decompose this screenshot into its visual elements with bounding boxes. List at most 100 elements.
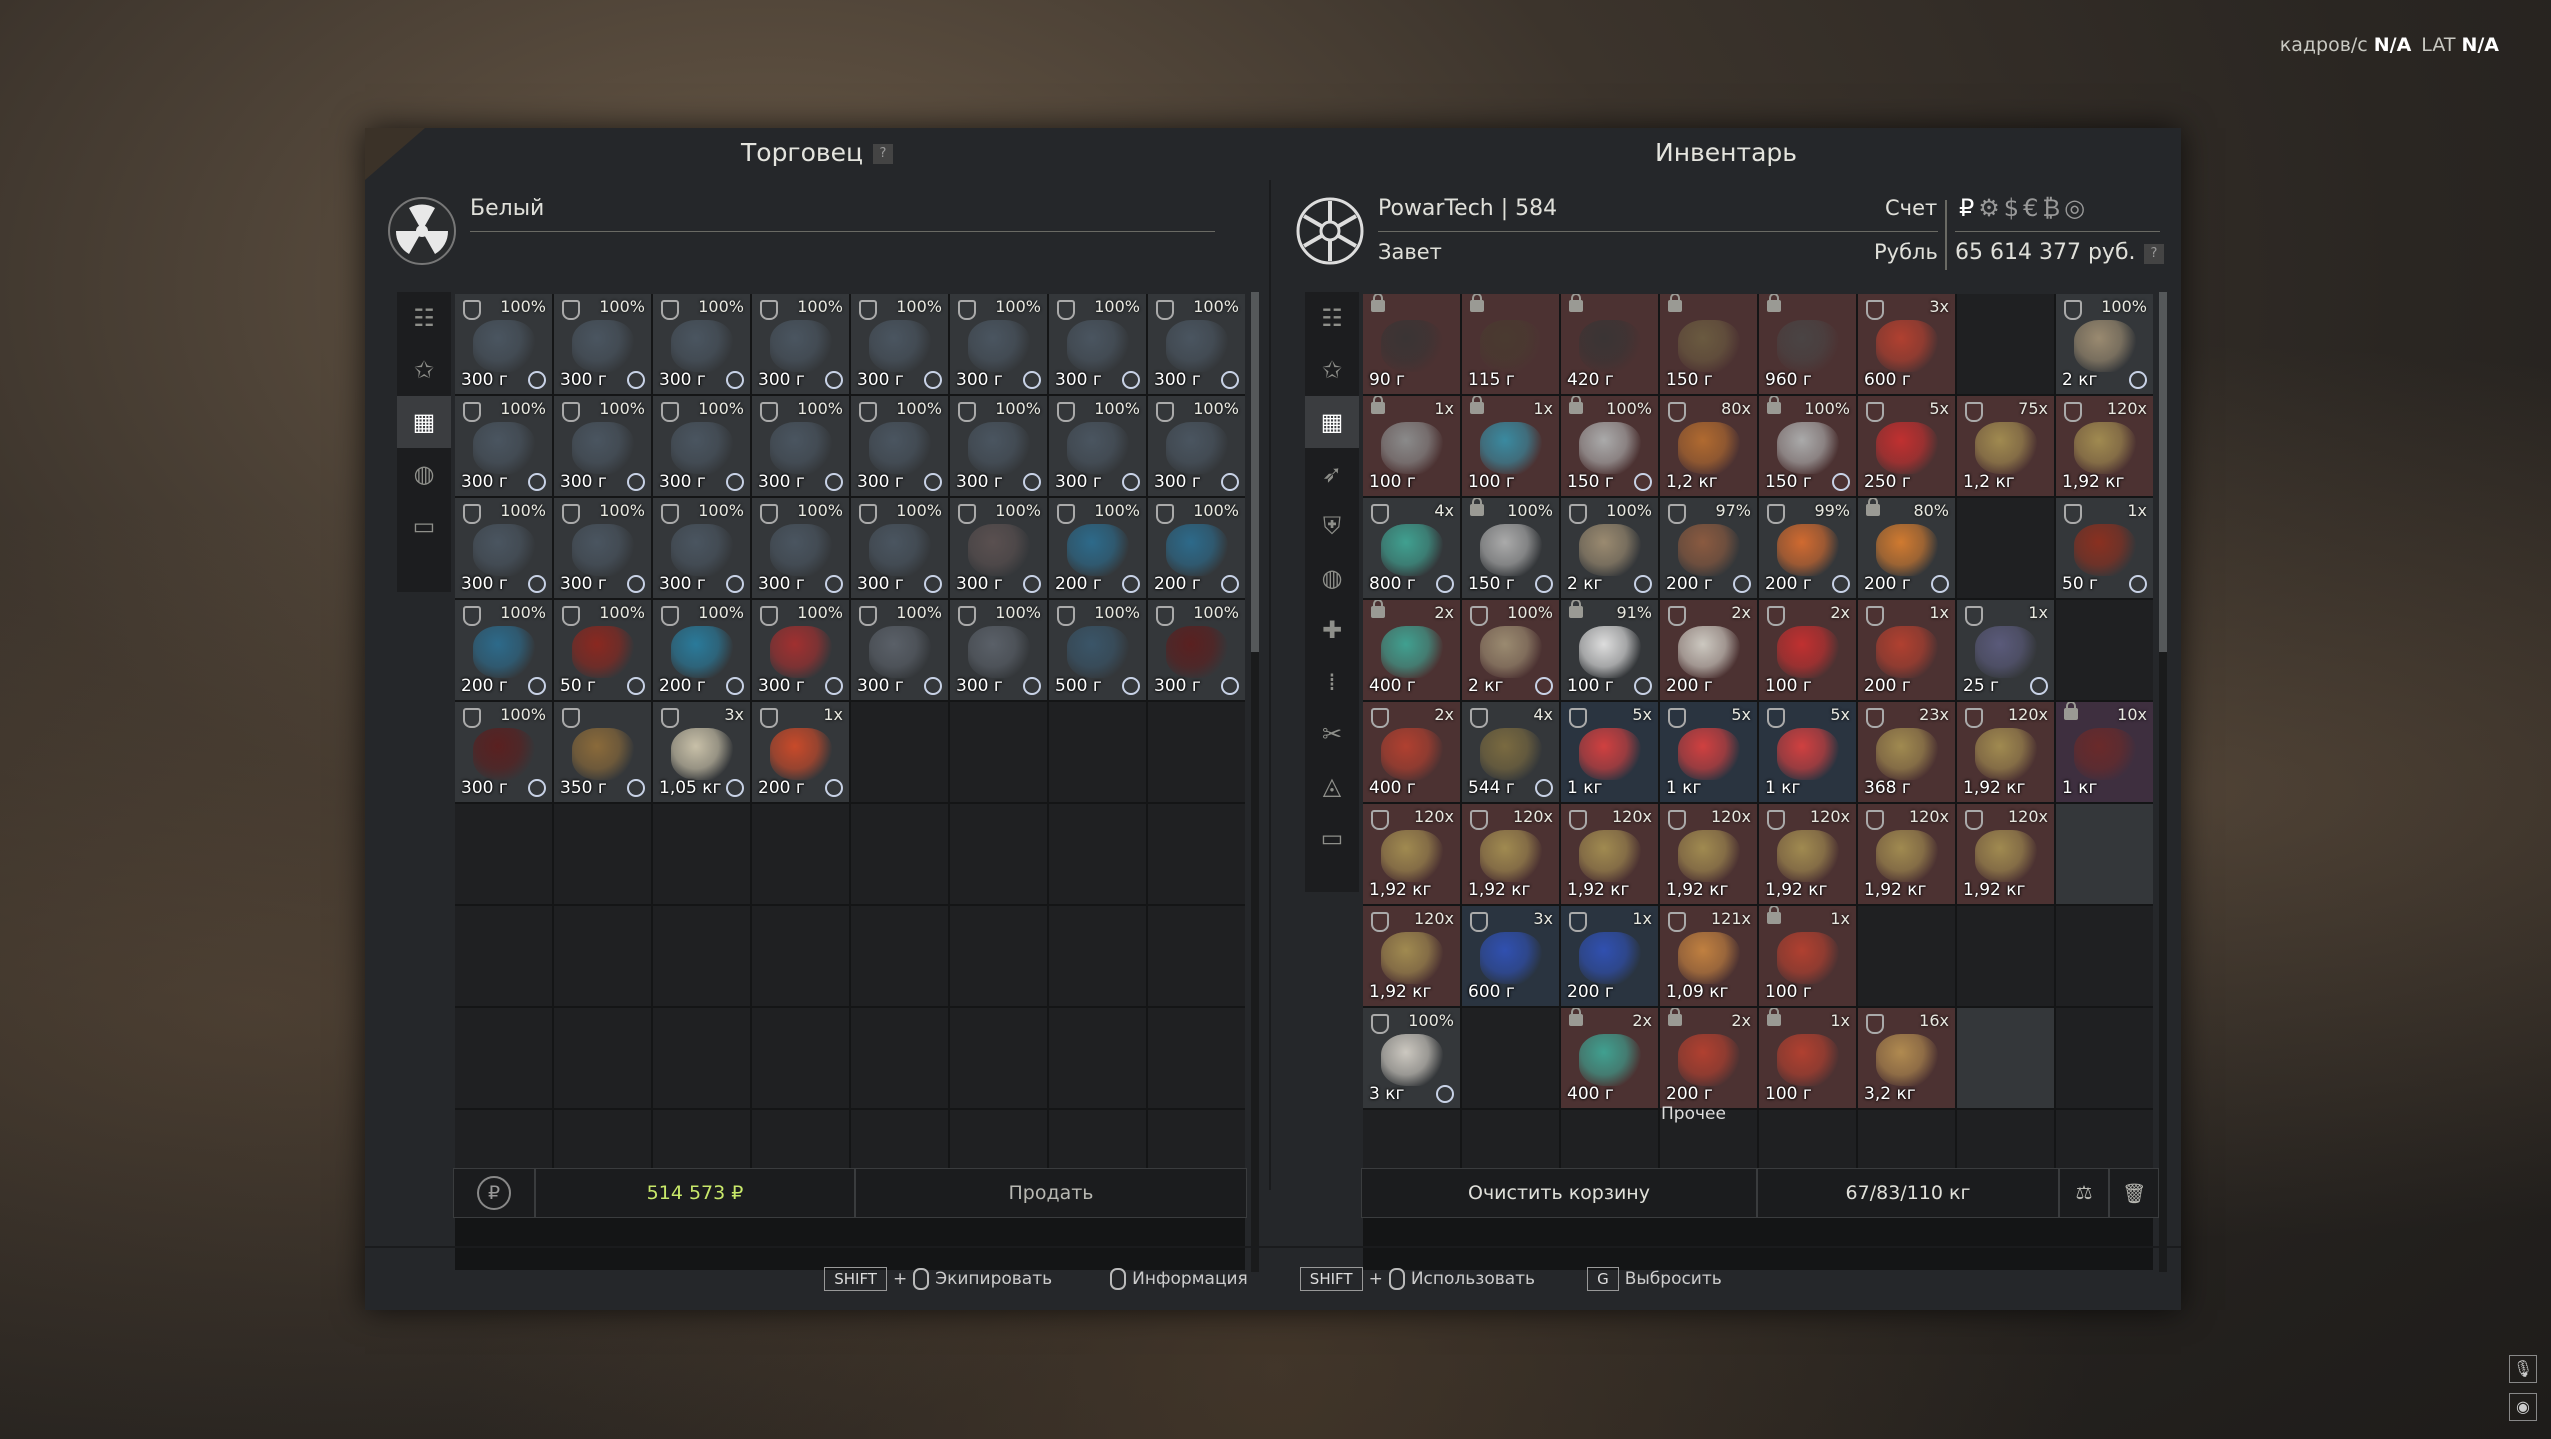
item-cell[interactable]: 100% 300 г xyxy=(752,294,849,394)
item-cell[interactable]: 100% 300 г xyxy=(554,396,651,496)
item-cell[interactable]: 121x 1,09 кг xyxy=(1660,906,1757,1006)
item-cell[interactable]: 3x 1,05 кг xyxy=(653,702,750,802)
item-cell[interactable]: 100% 300 г xyxy=(455,702,552,802)
item-cell[interactable]: 2x 400 г xyxy=(1363,702,1460,802)
currency-selector[interactable]: ₽ ⚙ $ € ₿ ◎ xyxy=(1955,194,2085,223)
item-cell[interactable]: 1x 200 г xyxy=(1561,906,1658,1006)
item-cell[interactable]: 3x 600 г xyxy=(1858,294,1955,394)
item-cell[interactable]: 100% 300 г xyxy=(653,498,750,598)
item-cell[interactable]: 100% 300 г xyxy=(1049,294,1146,394)
item-cell[interactable]: 4x 800 г xyxy=(1363,498,1460,598)
item-cell[interactable]: 75x 1,2 кг xyxy=(1957,396,2054,496)
tools-icon[interactable]: ✂ xyxy=(1305,708,1359,760)
item-cell[interactable]: 100% 200 г xyxy=(455,600,552,700)
item-cell[interactable]: 100% 300 г xyxy=(950,600,1047,700)
item-cell[interactable]: 99% 200 г xyxy=(1759,498,1856,598)
item-cell[interactable]: 1x 25 г xyxy=(1957,600,2054,700)
bitcoin-icon[interactable]: ₿ xyxy=(2042,194,2060,223)
item-cell[interactable]: 100% 2 кг xyxy=(1462,600,1559,700)
item-cell[interactable]: 120x 1,92 кг xyxy=(1858,804,1955,904)
item-cell[interactable]: 100% 300 г xyxy=(554,294,651,394)
item-cell[interactable]: 1x 100 г xyxy=(1759,1008,1856,1108)
item-cell[interactable]: 100% 300 г xyxy=(851,396,948,496)
trash-icon[interactable]: 🗑 xyxy=(2109,1168,2159,1218)
item-cell[interactable]: 90 г xyxy=(1363,294,1460,394)
item-cell[interactable]: 100% 200 г xyxy=(653,600,750,700)
container-icon[interactable]: ▭ xyxy=(397,500,451,552)
dollar-icon[interactable]: $ xyxy=(2004,194,2019,222)
item-cell[interactable]: 120x 1,92 кг xyxy=(1462,804,1559,904)
trader-help-icon[interactable]: ? xyxy=(873,144,893,164)
item-cell[interactable]: 100% 300 г xyxy=(455,498,552,598)
item-cell[interactable]: 100% 300 г xyxy=(455,396,552,496)
item-cell[interactable]: 16x 3,2 кг xyxy=(1858,1008,1955,1108)
clear-cart-button[interactable]: Очистить корзину xyxy=(1361,1168,1757,1218)
item-cell[interactable]: 120x 1,92 кг xyxy=(2056,396,2153,496)
all-items-grid-icon[interactable]: ▦ xyxy=(1305,396,1359,448)
item-cell[interactable]: 2x 400 г xyxy=(1363,600,1460,700)
ruble-icon[interactable]: ₽ xyxy=(1959,194,1974,222)
item-cell[interactable]: 4x 544 г xyxy=(1462,702,1559,802)
item-cell[interactable]: 97% 200 г xyxy=(1660,498,1757,598)
item-cell[interactable]: 120x 1,92 кг xyxy=(1759,804,1856,904)
item-cell[interactable]: 2x 200 г xyxy=(1660,600,1757,700)
balance-help-icon[interactable]: ? xyxy=(2144,244,2164,264)
gear-currency-icon[interactable]: ⚙ xyxy=(1978,194,2000,222)
item-cell[interactable]: 120x 1,92 кг xyxy=(1363,906,1460,1006)
item-cell[interactable]: 150 г xyxy=(1660,294,1757,394)
item-cell[interactable]: 120x 1,92 кг xyxy=(1957,702,2054,802)
item-cell[interactable]: 100% 300 г xyxy=(950,498,1047,598)
item-cell[interactable]: 100% 300 г xyxy=(752,396,849,496)
item-cell[interactable]: 1x 200 г xyxy=(1858,600,1955,700)
item-cell[interactable]: 115 г xyxy=(1462,294,1559,394)
ammo-icon[interactable]: ⁞ xyxy=(1305,656,1359,708)
item-cell[interactable]: 100% 2 кг xyxy=(2056,294,2153,394)
barter-icon[interactable]: ◍ xyxy=(397,448,451,500)
favorites-icon[interactable]: ✩ xyxy=(397,344,451,396)
voip-icon[interactable]: ◉ xyxy=(2509,1393,2537,1421)
gp-coin-icon[interactable]: ◎ xyxy=(2064,194,2085,222)
item-cell[interactable]: 100% 300 г xyxy=(752,600,849,700)
item-cell[interactable]: 100% 300 г xyxy=(950,396,1047,496)
favorites-icon[interactable]: ✩ xyxy=(1305,344,1359,396)
item-cell[interactable]: 100% 500 г xyxy=(1049,600,1146,700)
armor-icon[interactable]: ⛨ xyxy=(1305,500,1359,552)
item-cell[interactable]: 2x 400 г xyxy=(1561,1008,1658,1108)
item-cell[interactable]: 100% 300 г xyxy=(554,498,651,598)
item-cell[interactable]: 100% 300 г xyxy=(1148,600,1245,700)
item-cell[interactable]: 100% 300 г xyxy=(653,396,750,496)
item-cell[interactable]: 23x 368 г xyxy=(1858,702,1955,802)
item-cell[interactable]: 100% 3 кг xyxy=(1363,1008,1460,1108)
item-cell[interactable]: 120x 1,92 кг xyxy=(1660,804,1757,904)
item-cell[interactable]: 350 г xyxy=(554,702,651,802)
item-cell[interactable]: 1x 50 г xyxy=(2056,498,2153,598)
item-cell[interactable]: 5x 250 г xyxy=(1858,396,1955,496)
item-cell[interactable]: 100% 300 г xyxy=(950,294,1047,394)
weapons-icon[interactable]: ➶ xyxy=(1305,448,1359,500)
item-cell[interactable]: 120x 1,92 кг xyxy=(1957,804,2054,904)
container-icon[interactable]: ▭ xyxy=(1305,812,1359,864)
item-cell[interactable]: 1x 100 г xyxy=(1462,396,1559,496)
item-cell[interactable]: 100% 300 г xyxy=(851,600,948,700)
item-cell[interactable]: 100% 200 г xyxy=(1148,498,1245,598)
trader-scrollbar[interactable] xyxy=(1251,292,1259,1272)
item-cell[interactable]: 1x 100 г xyxy=(1759,906,1856,1006)
item-cell[interactable]: 120x 1,92 кг xyxy=(1561,804,1658,904)
item-cell[interactable]: 100% 300 г xyxy=(455,294,552,394)
item-cell[interactable]: 960 г xyxy=(1759,294,1856,394)
item-cell[interactable]: 10x 1 кг xyxy=(2056,702,2153,802)
trader-currency-button[interactable]: ₽ xyxy=(453,1168,535,1218)
item-cell[interactable]: 100% 300 г xyxy=(851,294,948,394)
item-cell[interactable]: 100% 150 г xyxy=(1462,498,1559,598)
item-cell[interactable]: 100% 50 г xyxy=(554,600,651,700)
item-cell[interactable]: 120x 1,92 кг xyxy=(1363,804,1460,904)
item-cell[interactable]: 5x 1 кг xyxy=(1561,702,1658,802)
item-cell[interactable]: 100% 300 г xyxy=(752,498,849,598)
item-cell[interactable]: 2x 100 г xyxy=(1759,600,1856,700)
medical-icon[interactable]: ✚ xyxy=(1305,604,1359,656)
sort-icon[interactable]: ☷ xyxy=(397,292,451,344)
item-cell[interactable]: 91% 100 г xyxy=(1561,600,1658,700)
item-cell[interactable]: 100% 300 г xyxy=(1148,396,1245,496)
item-cell[interactable]: 1x 200 г xyxy=(752,702,849,802)
microphone-icon[interactable]: 🎙 xyxy=(2509,1355,2537,1383)
